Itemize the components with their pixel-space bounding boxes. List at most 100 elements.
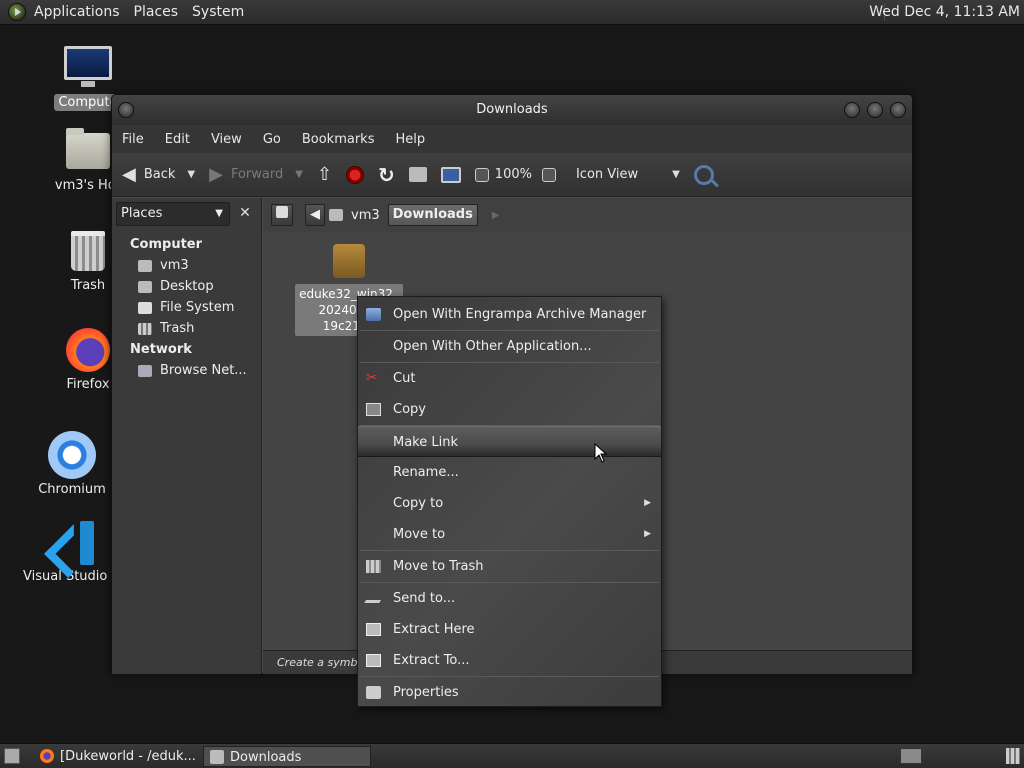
applications-menu[interactable]: Applications (34, 4, 120, 20)
menu-edit[interactable]: Edit (165, 132, 190, 147)
system-menu[interactable]: System (192, 4, 244, 20)
menu-item-make-link[interactable]: Make Link (358, 426, 661, 457)
menu-item-properties[interactable]: Properties (358, 677, 661, 708)
path-left-arrow[interactable]: ◀ (305, 204, 325, 226)
close-button[interactable] (890, 102, 906, 118)
extract-icon (366, 623, 381, 636)
window-titlebar[interactable]: Downloads (112, 95, 912, 125)
sidebar-item-trash[interactable]: Trash (112, 318, 260, 339)
menu-item-rename[interactable]: Rename... (358, 457, 661, 488)
stop-button[interactable] (346, 165, 365, 184)
workspace-switcher[interactable] (900, 748, 922, 764)
view-mode-select[interactable]: Icon View ▼ (576, 167, 680, 182)
menu-item-label: Rename... (393, 465, 459, 480)
chevron-down-icon[interactable]: ▼ (295, 169, 303, 180)
chevron-down-icon: ▼ (215, 208, 223, 219)
menu-go[interactable]: Go (263, 132, 281, 147)
network-icon (138, 364, 152, 377)
desktop-icon-label: Firefox (66, 377, 110, 392)
context-menu: Open With Engrampa Archive Manager Open … (357, 296, 662, 707)
sidebar-item-file-system[interactable]: File System (112, 297, 260, 318)
places-menu[interactable]: Places (134, 4, 179, 20)
menu-help[interactable]: Help (395, 132, 425, 147)
search-button[interactable] (693, 164, 714, 185)
archive-manager-icon (366, 308, 381, 321)
menu-item-label: Extract To... (393, 653, 470, 668)
trash-icon (366, 560, 381, 573)
zoom-control[interactable]: 100% (474, 167, 562, 182)
menu-item-move-to[interactable]: Move to ▶ (358, 519, 661, 550)
sidebar-item-label: Browse Net... (160, 363, 247, 378)
chevron-down-icon[interactable]: ▼ (187, 169, 195, 180)
stop-icon (346, 165, 365, 184)
desktop-folder-icon (138, 280, 152, 293)
taskbar-item-firefox[interactable]: [Dukeworld - /eduk... (34, 746, 200, 767)
vscode-icon (52, 521, 96, 565)
menu-item-copy-to[interactable]: Copy to ▶ (358, 488, 661, 519)
zoom-out-icon[interactable] (474, 167, 489, 182)
home-icon (408, 167, 427, 182)
menu-item-send-to[interactable]: Send to... (358, 583, 661, 614)
menu-file[interactable]: File (122, 132, 144, 147)
sidebar-item-desktop[interactable]: Desktop (112, 276, 260, 297)
places-tree: Computer vm3 Desktop File System Trash N… (112, 234, 260, 381)
menu-view[interactable]: View (211, 132, 242, 147)
taskbar-item-label: Downloads (230, 750, 302, 765)
menu-item-cut[interactable]: ✂ Cut (358, 363, 661, 394)
chevron-down-icon: ▼ (672, 169, 680, 180)
top-panel-menus: Applications Places System (0, 0, 258, 25)
reload-button[interactable]: ↻ (378, 163, 395, 187)
computer-icon (440, 166, 461, 183)
send-icon (364, 597, 383, 603)
menu-item-extract-to[interactable]: Extract To... (358, 645, 661, 676)
sidebar-item-vm3[interactable]: vm3 (112, 255, 260, 276)
close-sidebar-icon[interactable]: ✕ (234, 202, 256, 226)
menu-item-label: Cut (393, 371, 416, 386)
folder-icon (210, 750, 224, 764)
menu-bookmarks[interactable]: Bookmarks (302, 132, 375, 147)
clock[interactable]: Wed Dec 4, 11:13 AM (869, 4, 1020, 20)
up-button[interactable]: ⇧ (317, 164, 332, 185)
taskbar-item-label: [Dukeworld - /eduk... (60, 749, 196, 764)
forward-button[interactable]: ▶ Forward ▼ (209, 164, 303, 185)
window-menu-button[interactable] (118, 102, 134, 118)
taskbar-item-downloads[interactable]: Downloads (203, 746, 371, 767)
places-dropdown[interactable]: Places ▼ (116, 202, 230, 226)
drive-icon (138, 301, 152, 314)
menu-item-label: Move to Trash (393, 559, 484, 574)
home-folder-icon (66, 128, 110, 169)
mate-logo-icon[interactable] (8, 3, 26, 21)
maximize-button[interactable] (867, 102, 883, 118)
toggle-location-entry-button[interactable] (271, 204, 293, 226)
edit-icon (276, 206, 288, 218)
desktop-icon-label: Chromium (38, 482, 106, 497)
view-mode-label: Icon View (575, 167, 639, 182)
path-segment-downloads[interactable]: Downloads (387, 204, 478, 226)
menu-item-copy[interactable]: Copy (358, 394, 661, 425)
menu-item-extract-here[interactable]: Extract Here (358, 614, 661, 645)
path-right-arrow[interactable]: ▶ (492, 210, 500, 221)
desktop-icon-label: Trash (70, 278, 106, 293)
window-title: Downloads (476, 102, 548, 117)
sidebar-item-label: vm3 (160, 258, 189, 273)
zoom-in-icon[interactable] (541, 167, 556, 182)
trash-icon[interactable] (1006, 748, 1020, 764)
path-bar: ◀ vm3 Downloads ▶ (263, 198, 912, 232)
toolbar: ◀ Back ▼ ▶ Forward ▼ ⇧ ↻ 100% Icon View … (112, 153, 912, 197)
back-button[interactable]: ◀ Back ▼ (122, 164, 195, 185)
minimize-button[interactable] (844, 102, 860, 118)
trash-icon (138, 322, 152, 335)
home-button[interactable] (408, 167, 427, 182)
computer-button[interactable] (440, 166, 461, 183)
show-desktop-icon[interactable] (4, 748, 20, 764)
menu-item-open-with-other[interactable]: Open With Other Application... (358, 331, 661, 362)
menu-item-move-to-trash[interactable]: Move to Trash (358, 551, 661, 582)
sidebar-item-label: Desktop (160, 279, 214, 294)
menu-item-label: Send to... (393, 591, 456, 606)
path-segment-label: vm3 (351, 207, 380, 223)
submenu-arrow-icon: ▶ (644, 498, 651, 508)
path-segment-vm3[interactable]: vm3 (329, 208, 380, 223)
menu-item-open-with-engrampa[interactable]: Open With Engrampa Archive Manager (358, 299, 661, 330)
extract-icon (366, 654, 381, 667)
sidebar-item-browse-network[interactable]: Browse Net... (112, 360, 260, 381)
